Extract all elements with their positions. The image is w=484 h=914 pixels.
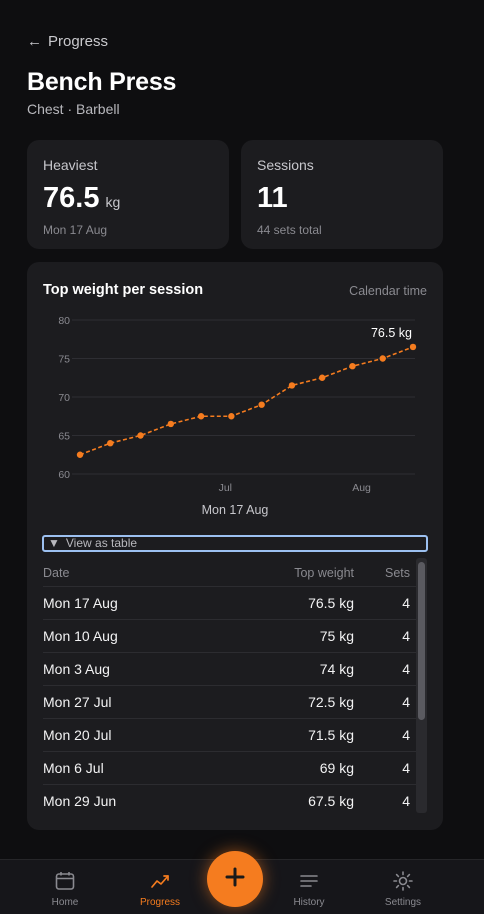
sessions-table: Date Top weight Sets Mon 17 Aug 76.5 kg …: [43, 560, 427, 813]
add-workout-button[interactable]: [207, 851, 263, 907]
data-point[interactable]: [228, 413, 235, 420]
table-scrollbar-thumb[interactable]: [418, 562, 425, 720]
table-row: Mon 17 Aug 76.5 kg 4: [43, 587, 427, 620]
x-tick-label: Jul: [219, 482, 232, 494]
table-row: Mon 3 Aug 74 kg 4: [43, 653, 427, 686]
chart-selected-date: Mon 17 Aug: [201, 503, 269, 517]
row-weight: 67.5 kg: [308, 793, 354, 809]
y-tick-label: 70: [58, 392, 70, 404]
gear-icon: [368, 868, 438, 894]
data-point[interactable]: [349, 363, 356, 370]
view-as-table-toggle[interactable]: ▼ View as table: [42, 535, 428, 552]
nav-settings[interactable]: Settings: [368, 868, 438, 908]
table-row: Mon 6 Jul 69 kg 4: [43, 752, 427, 785]
plus-icon: [224, 866, 246, 893]
sessions-note: 44 sets total: [257, 223, 322, 237]
row-weight: 75 kg: [319, 628, 354, 644]
table-scrollbar[interactable]: [416, 558, 427, 813]
data-point[interactable]: [288, 382, 296, 389]
nav-home-label: Home: [51, 897, 79, 908]
sessions-card: Sessions 11 44 sets total: [241, 140, 443, 249]
row-sets: 4: [402, 727, 410, 743]
header-weight: Top weight: [294, 566, 354, 580]
heaviest-label: Heaviest: [43, 157, 98, 173]
row-sets: 4: [402, 595, 410, 611]
y-tick-label: 65: [58, 431, 70, 443]
page-subtitle: Chest · Barbell: [27, 101, 120, 117]
data-point[interactable]: [318, 374, 326, 381]
row-weight: 76.5 kg: [308, 595, 354, 611]
y-tick-label: 60: [58, 469, 70, 481]
table-row: Mon 29 Jun 67.5 kg 4: [43, 785, 427, 813]
heaviest-date: Mon 17 Aug: [43, 223, 108, 237]
data-point[interactable]: [379, 355, 386, 362]
row-sets: 4: [402, 760, 410, 776]
data-point[interactable]: [167, 420, 175, 428]
heaviest-unit: kg: [105, 194, 121, 210]
data-point[interactable]: [137, 432, 144, 439]
heaviest-value-row: 76.5 kg: [43, 182, 213, 215]
header-date: Date: [43, 566, 70, 580]
series-line: [79, 346, 414, 456]
header-sets: Sets: [384, 566, 410, 580]
back-link[interactable]: ← Progress: [27, 33, 108, 50]
row-sets: 4: [402, 793, 410, 809]
nav-settings-label: Settings: [384, 897, 422, 908]
data-point[interactable]: [409, 343, 417, 351]
table-row: Mon 27 Jul 72.5 kg 4: [43, 686, 427, 719]
nav-home[interactable]: Home: [30, 868, 100, 908]
table-row: Mon 20 Jul 71.5 kg 4: [43, 719, 427, 752]
heaviest-value: 76.5: [43, 182, 100, 214]
x-tick-label: Aug: [352, 482, 371, 494]
view-as-table-label: View as table: [65, 536, 138, 550]
row-date: Mon 10 Aug: [43, 628, 118, 644]
row-date: Mon 6 Jul: [43, 760, 104, 776]
last-value-label: 76.5 kg: [371, 326, 412, 340]
row-weight: 72.5 kg: [308, 694, 354, 710]
nav-progress-label: Progress: [139, 897, 180, 908]
arrow-left-icon: ←: [27, 33, 42, 50]
table-row: Mon 10 Aug 75 kg 4: [43, 620, 427, 653]
sessions-label: Sessions: [257, 157, 314, 173]
row-weight: 71.5 kg: [308, 727, 354, 743]
data-point[interactable]: [258, 401, 265, 408]
row-sets: 4: [402, 694, 410, 710]
list-icon: [274, 868, 344, 894]
trend-icon: [125, 868, 195, 894]
data-point[interactable]: [76, 451, 84, 458]
nav-progress[interactable]: Progress: [125, 868, 195, 908]
row-weight: 74 kg: [319, 661, 354, 677]
data-point[interactable]: [197, 413, 205, 420]
row-date: Mon 3 Aug: [43, 661, 110, 677]
row-date: Mon 20 Jul: [43, 727, 112, 743]
page-title: Bench Press: [27, 68, 177, 96]
row-date: Mon 27 Jul: [43, 694, 112, 710]
heaviest-card: Heaviest 76.5 kg Mon 17 Aug: [27, 140, 229, 249]
row-weight: 69 kg: [319, 760, 354, 776]
nav-history-label: History: [293, 897, 325, 908]
sessions-value-row: 11: [257, 182, 427, 215]
calendar-icon: [30, 868, 100, 894]
row-date: Mon 29 Jun: [43, 793, 117, 809]
triangle-down-icon: ▼: [48, 536, 60, 550]
back-label: Progress: [48, 33, 109, 50]
chart-card: Top weight per session Calendar time 60 6…: [27, 262, 443, 830]
sessions-value: 11: [257, 182, 288, 214]
row-sets: 4: [402, 661, 410, 677]
y-tick-label: 80: [58, 315, 70, 327]
row-sets: 4: [402, 628, 410, 644]
row-date: Mon 17 Aug: [43, 595, 118, 611]
data-point[interactable]: [107, 440, 114, 447]
table-header: Date Top weight Sets: [43, 560, 427, 587]
nav-history[interactable]: History: [274, 868, 344, 908]
y-tick-label: 75: [58, 354, 70, 366]
weight-line-chart[interactable]: 60 65 70 75 80 Jul Aug 76.5 kg: [27, 262, 443, 502]
